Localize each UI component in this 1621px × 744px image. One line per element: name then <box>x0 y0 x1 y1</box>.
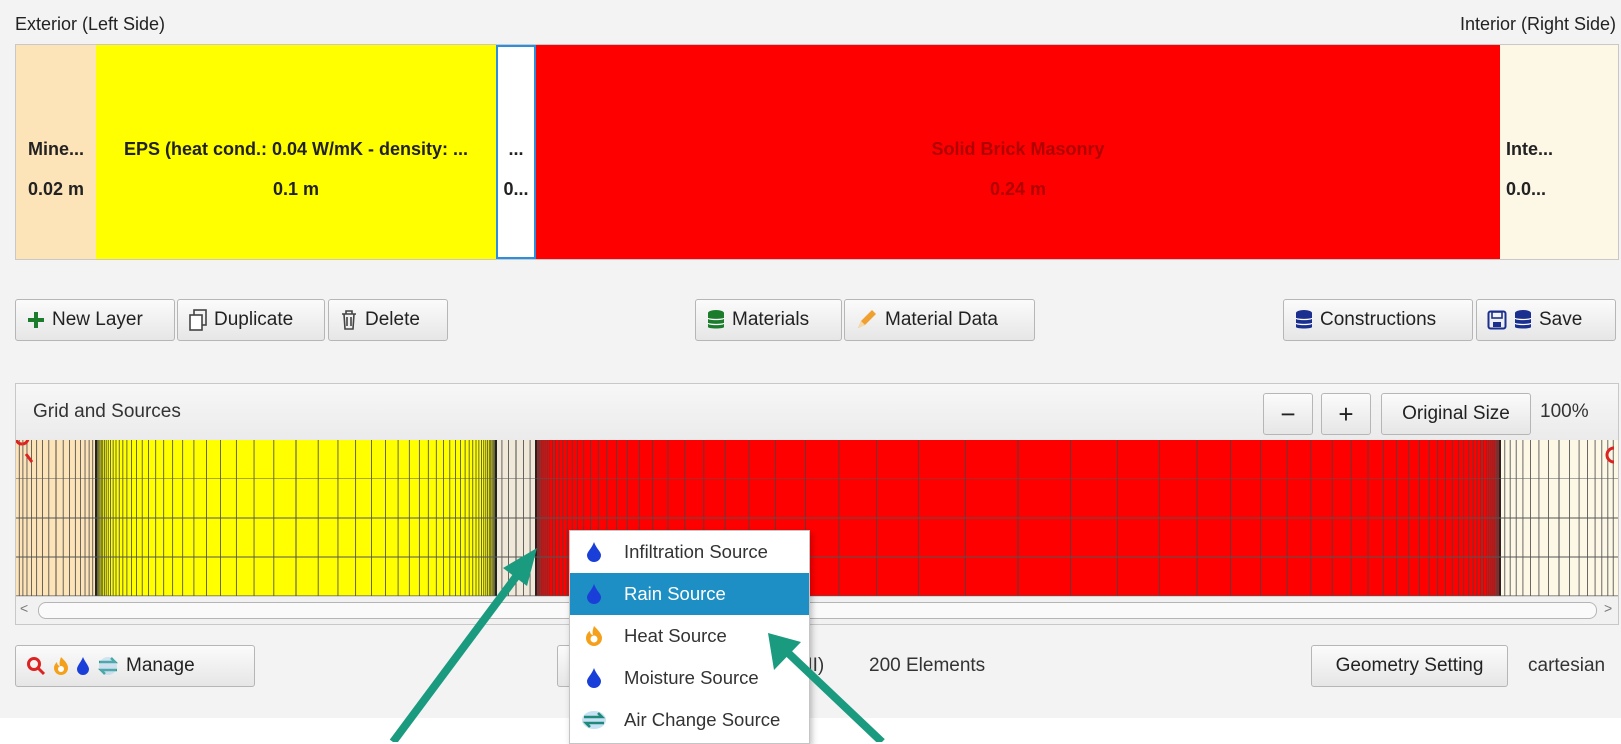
menu-item-label: Moisture Source <box>624 667 759 688</box>
layer-mineral[interactable]: Mine... 0.02 m <box>16 45 96 259</box>
menu-item-air-change-source[interactable]: Air Change Source <box>570 699 809 741</box>
menu-item-label: Air Change Source <box>624 709 781 730</box>
menu-item-heat-source[interactable]: Heat Source <box>570 615 809 657</box>
water-drop-icon <box>576 541 612 563</box>
material-data-button[interactable]: Material Data <box>844 299 1035 341</box>
save-label: Save <box>1539 309 1583 330</box>
layer-brick[interactable]: Solid Brick Masonry 0.24 m <box>536 45 1500 259</box>
zoom-level: 100% <box>1540 401 1589 422</box>
construction-editor: Exterior (Left Side) Interior (Right Sid… <box>0 0 1621 718</box>
scroll-thumb[interactable] <box>38 602 1597 619</box>
menu-item-label: Infiltration Source <box>624 541 768 562</box>
layer-interior[interactable]: Inte... 0.0... <box>1500 45 1618 259</box>
layer-thickness: 0.24 m <box>989 179 1047 199</box>
layer-thickness: 0.1 m <box>272 179 320 199</box>
duplicate-button[interactable]: Duplicate <box>177 299 325 341</box>
grid-canvas[interactable] <box>14 430 1618 596</box>
air-exchange-icon <box>576 709 612 731</box>
layer-name: EPS (heat cond.: 0.04 W/mK - density: ..… <box>123 139 469 159</box>
new-layer-button[interactable]: New Layer <box>15 299 175 341</box>
layer-strip: Mine... 0.02 m EPS (heat cond.: 0.04 W/m… <box>15 44 1619 260</box>
grid-view[interactable] <box>14 430 1618 596</box>
menu-item-moisture-source[interactable]: Moisture Source <box>570 657 809 699</box>
layer-thickness: 0.0... <box>1506 179 1547 199</box>
scroll-right-icon[interactable]: > <box>1604 600 1612 616</box>
zoom-out-button[interactable]: − <box>1263 393 1313 435</box>
constructions-button[interactable]: Constructions <box>1283 299 1473 341</box>
search-icon <box>26 656 46 676</box>
zoom-in-button[interactable]: + <box>1321 393 1371 435</box>
trash-icon <box>339 309 359 331</box>
geometry-type: cartesian <box>1528 655 1606 676</box>
new-layer-label: New Layer <box>52 309 143 330</box>
exterior-label: Exterior (Left Side) <box>15 14 166 34</box>
interior-label: Interior (Right Side) <box>1459 14 1616 34</box>
scroll-left-icon[interactable]: < <box>20 600 28 616</box>
flame-icon <box>52 656 70 676</box>
constructions-label: Constructions <box>1320 309 1437 330</box>
flame-icon <box>576 625 612 647</box>
layer-thickness: 0.02 m <box>27 179 85 199</box>
database-icon <box>1513 309 1533 331</box>
layer-name: ... <box>508 139 524 159</box>
original-size-button[interactable]: Original Size <box>1381 393 1531 435</box>
materials-button[interactable]: Materials <box>695 299 842 341</box>
water-drop-icon <box>76 656 90 676</box>
database-icon <box>1294 309 1314 331</box>
panel-title: Grid and Sources <box>33 401 181 422</box>
delete-label: Delete <box>365 309 420 330</box>
duplicate-label: Duplicate <box>214 309 294 330</box>
layer-thickness: 0... <box>503 179 529 199</box>
material-data-label: Material Data <box>885 309 998 330</box>
pencil-icon <box>855 309 879 331</box>
menu-item-label: Rain Source <box>624 583 726 604</box>
layer-name: Inte... <box>1506 139 1554 159</box>
menu-item-label: Heat Source <box>624 625 727 646</box>
layer-name: Mine... <box>27 139 84 159</box>
elements-count: 200 Elements <box>869 655 986 676</box>
geometry-setting-button[interactable]: Geometry Setting <box>1311 645 1508 687</box>
manage-label: Manage <box>126 655 195 676</box>
water-drop-icon <box>576 583 612 605</box>
layer-name: Solid Brick Masonry <box>931 139 1105 159</box>
manage-sources-button[interactable]: Manage <box>15 645 255 687</box>
plus-icon <box>26 310 46 330</box>
layer-eps[interactable]: EPS (heat cond.: 0.04 W/mK - density: ..… <box>96 45 496 259</box>
layer-selected[interactable]: ... 0... <box>496 45 536 259</box>
menu-item-infiltration-source[interactable]: Infiltration Source <box>570 531 809 573</box>
water-drop-icon <box>576 667 612 689</box>
grid-and-sources-panel: Grid and Sources − + Original Size 100% <box>14 383 1619 625</box>
materials-label: Materials <box>732 309 810 330</box>
floppy-icon <box>1487 310 1507 330</box>
save-button[interactable]: Save <box>1476 299 1616 341</box>
air-exchange-icon <box>96 656 120 676</box>
database-icon <box>706 309 726 331</box>
panel-header: Grid and Sources − + Original Size 100% <box>16 384 1618 441</box>
copy-icon <box>188 309 208 331</box>
menu-item-rain-source[interactable]: Rain Source <box>570 573 809 615</box>
horizontal-scrollbar[interactable]: < > <box>16 596 1618 624</box>
delete-button[interactable]: Delete <box>328 299 448 341</box>
add-source-context-menu: Infiltration Source Rain Source Heat Sou… <box>569 530 810 744</box>
